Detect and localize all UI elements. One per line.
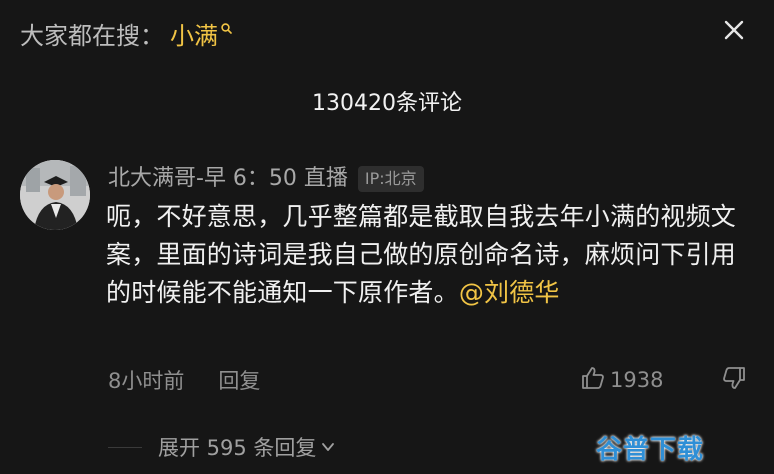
mention-link[interactable]: @刘德华 — [459, 278, 560, 307]
reply-button[interactable]: 回复 — [218, 365, 260, 395]
dislike-button[interactable] — [718, 364, 750, 396]
ip-location-badge: IP:北京 — [357, 166, 424, 192]
comment-body-text: 呃，不好意思，几乎整篇都是截取自我去年小满的视频文案，里面的诗词是我自己做的原创… — [106, 202, 737, 307]
comment-text: 呃，不好意思，几乎整篇都是截取自我去年小满的视频文案，里面的诗词是我自己做的原创… — [106, 198, 756, 312]
comment-meta: 8小时前 回复 — [108, 362, 260, 398]
replies-divider — [108, 447, 142, 448]
close-button[interactable] — [712, 10, 756, 54]
comment-header: 北大满哥-早 6：50 直播 IP:北京 — [108, 160, 424, 198]
comment-count-title: 130420条评论 — [312, 91, 462, 116]
thumbs-down-icon — [721, 365, 747, 395]
comment-username[interactable]: 北大满哥-早 6：50 直播 — [108, 160, 348, 198]
search-icon — [221, 8, 232, 34]
search-suggestion-bar[interactable]: 大家都在搜： 小满 — [20, 18, 232, 54]
search-suggestion-prefix: 大家都在搜： — [20, 22, 164, 50]
chevron-down-icon — [320, 439, 336, 455]
avatar[interactable] — [20, 160, 90, 230]
comment-timestamp: 8小时前 — [108, 369, 185, 393]
watermark-logo: 谷普下载 — [596, 435, 705, 465]
expand-replies-label: 展开 595 条回复 — [158, 436, 317, 460]
thumbs-up-icon — [580, 365, 610, 396]
search-suggestion-keyword[interactable]: 小满 — [170, 18, 218, 54]
like-button[interactable]: 1938 — [580, 362, 663, 398]
close-icon — [724, 20, 744, 44]
like-count: 1938 — [610, 368, 664, 392]
expand-replies-button[interactable]: 展开 595 条回复 — [158, 430, 336, 464]
